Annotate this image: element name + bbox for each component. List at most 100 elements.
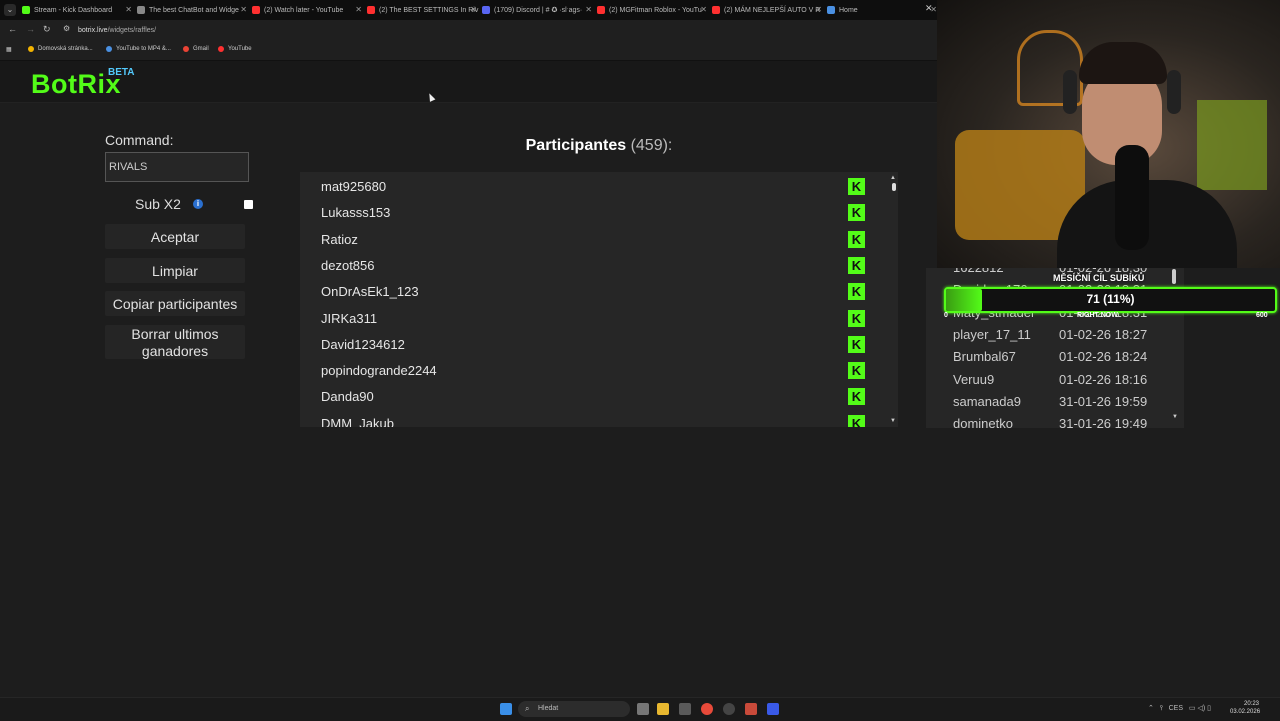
participants-count: (459):	[630, 137, 673, 154]
window-close-icon[interactable]: ✕	[925, 3, 933, 14]
browser-tab[interactable]: Home ✕	[827, 2, 941, 18]
browser-tab[interactable]: (2) MGFitman Roblox - YouTu ✕	[597, 2, 711, 18]
command-input[interactable]	[105, 152, 249, 182]
site-header: BotRix BETA	[0, 61, 937, 103]
winner-name: 1622812	[953, 268, 1004, 275]
tab-title: (2) MÁM NEJLEPŠÍ AUTO V R	[724, 6, 821, 14]
tab-title: Home	[839, 6, 858, 14]
app-icon[interactable]	[723, 703, 735, 715]
participant-name: OnDrAsEk1_123	[321, 284, 419, 300]
tab-search-button[interactable]: ⌄	[4, 4, 16, 16]
goal-min-label: 0	[944, 312, 948, 319]
browser-tab[interactable]: (2) MÁM NEJLEPŠÍ AUTO V R ✕	[712, 2, 826, 18]
browser-tab[interactable]: (2) Watch later - YouTube ✕	[252, 2, 366, 18]
participant-name: Ratioz	[321, 231, 358, 247]
clock-date[interactable]: 03.02.2026	[1230, 709, 1260, 715]
winner-row: Brumbal67 01-02-26 18:24	[953, 349, 1183, 364]
tab-favicon-icon	[827, 6, 835, 14]
participant-name: JIRKa311	[321, 310, 378, 326]
browser-tab[interactable]: Stream - Kick Dashboard ✕	[22, 2, 136, 18]
browser-tab[interactable]: (2) The BEST SETTINGS In Riv ✕	[367, 2, 481, 18]
participants-scrollbar[interactable]: ▲ ▼	[890, 172, 898, 427]
command-label: Command:	[105, 132, 174, 148]
winner-date: 01-02-26 18:24	[1059, 349, 1148, 365]
app-icon[interactable]	[767, 703, 779, 715]
winner-name: player_17_11	[953, 326, 1031, 342]
scroll-down-icon[interactable]: ▼	[890, 418, 896, 424]
winner-date: 31-01-26 19:59	[1059, 393, 1148, 409]
chevron-up-icon[interactable]: ⌃	[1148, 705, 1154, 712]
browser-tab[interactable]: (1709) Discord | # ✪ ·slˑags· ✕	[482, 2, 596, 18]
info-icon[interactable]: i	[193, 199, 203, 209]
participants-title: Participantes (459):	[525, 137, 673, 154]
taskbar-search[interactable]: ⌕ Hledat	[518, 701, 630, 717]
tab-close-icon[interactable]: ✕	[240, 5, 247, 14]
app-icon[interactable]	[745, 703, 757, 715]
store-icon[interactable]	[679, 703, 691, 715]
tab-close-icon[interactable]: ✕	[125, 5, 132, 14]
participant-name: Danda90	[321, 389, 374, 405]
chrome-icon[interactable]	[701, 703, 713, 715]
taskbar: ⌕ Hledat ⌃ ⫯ CES ▭ ◁) ▯ 20:23 03.02.2026	[0, 697, 1280, 721]
site-info-icon[interactable]: ⚙	[63, 24, 70, 33]
tab-close-icon[interactable]: ✕	[470, 5, 477, 14]
participants-list[interactable]: mat925680 K Lukasss153 K Ratioz Kdezot856 K OnD…	[300, 172, 898, 427]
file-explorer-icon[interactable]	[657, 703, 669, 715]
winners-scroll-down-icon[interactable]: ▼	[1172, 414, 1178, 420]
kick-platform-icon: K	[848, 309, 865, 327]
participant-name: David1234612	[321, 336, 405, 352]
kick-platform-icon: K	[848, 204, 865, 222]
apps-icon[interactable]: ▦	[6, 46, 12, 53]
tab-close-icon[interactable]: ✕	[355, 5, 362, 14]
battery-icon[interactable]: ▯	[1207, 705, 1211, 712]
participant-name: dezot856	[321, 257, 375, 273]
reload-icon[interactable]: ↻	[43, 24, 51, 35]
participant-name: Lukasss153	[321, 205, 391, 221]
task-view-icon[interactable]	[637, 703, 649, 715]
bookmark-item[interactable]: YouTube	[218, 46, 252, 52]
winner-name: Veruu9	[953, 371, 995, 387]
winner-name: dominetko	[953, 416, 1013, 428]
bookmark-item[interactable]: Domovská stránka...	[28, 46, 93, 52]
winners-scroll-thumb[interactable]	[1172, 269, 1176, 284]
tab-close-icon[interactable]: ✕	[815, 5, 822, 14]
winner-row: samanada9 31-01-26 19:59	[953, 394, 1183, 409]
back-icon[interactable]: ←	[8, 24, 17, 34]
sub-multiplier-label: Sub X2	[135, 196, 181, 212]
accept-button[interactable]: Aceptar	[105, 224, 245, 249]
microphone-icon[interactable]: ⫯	[1160, 705, 1163, 712]
clear-button[interactable]: Limpiar	[105, 258, 245, 283]
tab-close-icon[interactable]: ✕	[700, 5, 707, 14]
bookmark-label: Gmail	[193, 46, 209, 52]
kick-platform-icon: K	[848, 230, 865, 248]
address-bar: ← → ↻ ⚙ botrix.live/widgets/raffles/	[0, 20, 937, 42]
kick-platform-icon: K	[848, 283, 865, 301]
tab-favicon-icon	[137, 6, 145, 14]
search-icon: ⌕	[525, 704, 530, 713]
webcam-overlay	[937, 0, 1280, 268]
system-tray[interactable]: ⌃ ⫯ CES ▭ ◁) ▯	[1148, 704, 1211, 713]
raffle-controls: Command: Sub X2 i Aceptar Limpiar Copiar…	[105, 132, 253, 359]
volume-icon[interactable]: ◁)	[1197, 705, 1205, 712]
scroll-thumb[interactable]	[892, 183, 896, 191]
delete-last-winners-button[interactable]: Borrar ultimos ganadores	[105, 325, 245, 359]
copy-participants-button[interactable]: Copiar participantes	[105, 291, 245, 316]
tab-title: (2) The BEST SETTINGS In Riv	[379, 6, 479, 14]
tab-bar: ⌄ Stream - Kick Dashboard ✕ The best ChatB…	[0, 0, 937, 20]
language-indicator[interactable]: CES	[1169, 705, 1183, 712]
network-icon[interactable]: ▭	[1189, 705, 1196, 712]
scroll-up-icon[interactable]: ▲	[890, 175, 896, 181]
clock-time[interactable]: 20:23	[1244, 701, 1259, 707]
winner-row: dominetko 31-01-26 19:49	[953, 416, 1183, 428]
tab-close-icon[interactable]: ✕	[585, 5, 592, 14]
bookmark-item[interactable]: YouTube to MP4 &...	[106, 46, 171, 52]
kick-platform-icon: K	[848, 335, 865, 353]
bookmark-item[interactable]: Gmail	[183, 46, 209, 52]
browser-tab[interactable]: The best ChatBot and Widge ✕	[137, 2, 251, 18]
forward-icon[interactable]: →	[26, 24, 35, 34]
beta-badge: BETA	[108, 67, 135, 78]
windows-start-icon[interactable]	[500, 703, 512, 715]
url-field[interactable]: botrix.live/widgets/raffles/	[78, 27, 156, 34]
kick-platform-icon: K	[848, 178, 865, 195]
sub-multiplier-checkbox[interactable]	[244, 200, 253, 209]
